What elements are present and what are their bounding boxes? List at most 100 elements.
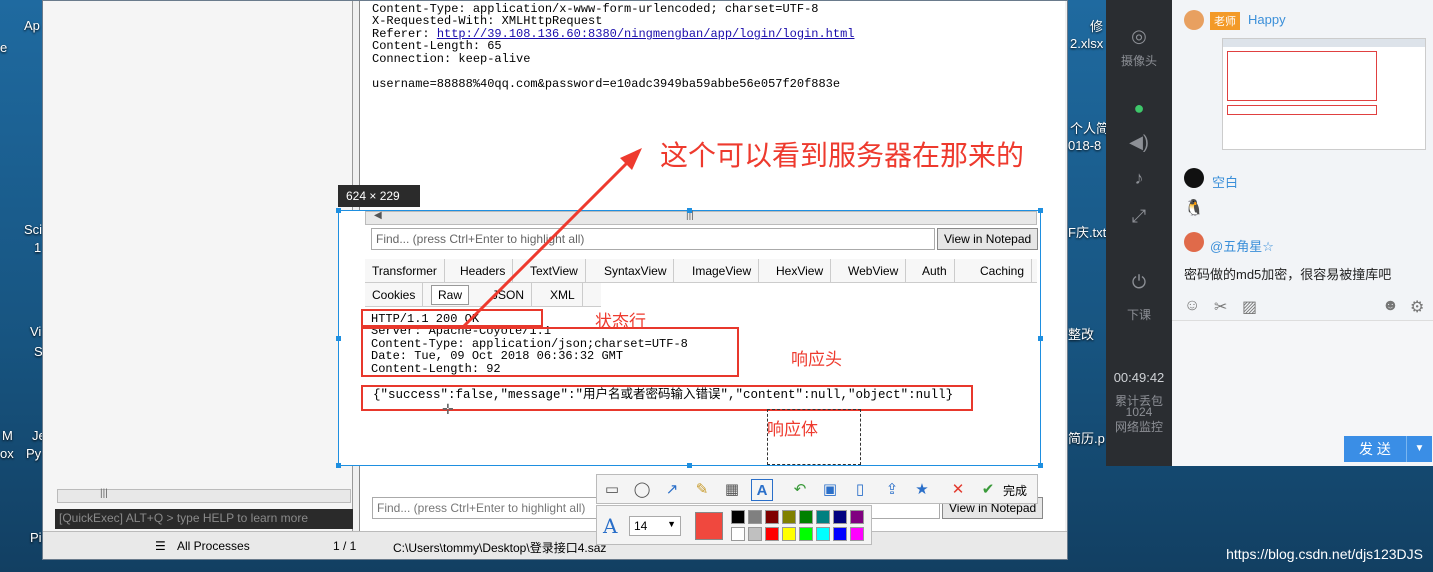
resize-handle[interactable] — [1038, 336, 1043, 341]
done-check-icon[interactable]: ✔ — [977, 479, 999, 501]
session-timer: 00:49:42 — [1113, 370, 1165, 385]
resize-handle[interactable] — [1038, 208, 1043, 213]
desktop-icon-label[interactable]: 简历.p — [1068, 428, 1105, 447]
font-size-select[interactable]: 14 ▼ — [629, 516, 681, 536]
response-view-notepad-button[interactable]: View in Notepad — [937, 228, 1039, 250]
tab-auth[interactable]: Auth — [915, 259, 955, 283]
color-swatch[interactable] — [833, 527, 847, 541]
tab-webview[interactable]: WebView — [841, 259, 907, 283]
process-filter-icon[interactable]: ☰ — [155, 539, 166, 553]
current-color[interactable] — [695, 512, 723, 540]
desktop-icon-label[interactable]: F庆.txt — [1068, 222, 1106, 241]
fullscreen-icon[interactable]: ⤢ — [1126, 206, 1152, 227]
desktop-icon-label[interactable]: Py — [26, 446, 41, 461]
desktop-icon-label[interactable]: e — [0, 40, 7, 55]
desktop-icon-label[interactable]: Sci — [24, 222, 42, 237]
network-monitor-label: 网络监控 — [1114, 420, 1163, 434]
end-class-label[interactable]: 下课 — [1106, 306, 1172, 323]
color-swatch[interactable] — [748, 527, 762, 541]
color-swatch[interactable] — [816, 510, 830, 524]
resize-handle[interactable] — [687, 208, 692, 213]
thumbnail-red-box — [1227, 51, 1377, 101]
color-swatch[interactable] — [816, 527, 830, 541]
session-list-pane[interactable]: ||| — [43, 1, 353, 531]
bookmark-icon[interactable]: ★ — [911, 479, 933, 501]
color-swatch[interactable] — [833, 510, 847, 524]
color-swatch[interactable] — [748, 510, 762, 524]
tab-hexview[interactable]: HexView — [769, 259, 832, 283]
color-swatch[interactable] — [731, 510, 745, 524]
cancel-icon[interactable]: ✕ — [947, 479, 969, 501]
avatar[interactable] — [1184, 232, 1204, 252]
send-button[interactable]: 发 送 — [1344, 436, 1406, 462]
desktop-icon-label[interactable]: M — [2, 428, 13, 443]
resize-handle[interactable] — [336, 336, 341, 341]
resize-handle[interactable] — [1038, 463, 1043, 468]
desktop-icon-label[interactable]: Vi — [30, 324, 41, 339]
arrow-tool-icon[interactable]: ↗ — [661, 479, 683, 501]
tab-cookies[interactable]: Cookies — [365, 283, 424, 307]
share-icon[interactable]: ⇪ — [881, 479, 903, 501]
desktop-icon-label[interactable]: 修 — [1090, 16, 1103, 35]
packet-loss-value: 1024 — [1125, 405, 1153, 419]
music-icon[interactable]: ♪ — [1126, 168, 1152, 189]
sender-name[interactable]: 空白 — [1212, 172, 1238, 191]
camera-icon[interactable]: ◎ — [1126, 26, 1152, 47]
annotation-arrow — [462, 148, 642, 328]
process-filter[interactable]: All Processes — [177, 539, 250, 553]
resize-handle[interactable] — [336, 208, 341, 213]
tab-caching[interactable]: Caching — [973, 259, 1033, 283]
sender-name[interactable]: @五角星☆ — [1210, 236, 1274, 255]
tab-transformer[interactable]: Transformer — [365, 259, 445, 283]
desktop-icon-label[interactable]: 个人简 — [1070, 118, 1109, 137]
gear-icon[interactable]: ⚙ — [1410, 297, 1424, 317]
desktop-icon-label[interactable]: 整改 — [1068, 324, 1094, 343]
resize-handle[interactable] — [687, 463, 692, 468]
sender-name[interactable]: Happy — [1248, 12, 1286, 27]
color-swatch[interactable] — [765, 510, 779, 524]
quickexec-input[interactable]: [QuickExec] ALT+Q > type HELP to learn m… — [55, 509, 353, 529]
rectangle-tool-icon[interactable]: ▭ — [601, 479, 623, 501]
text-tool-icon[interactable]: A — [751, 479, 773, 501]
mosaic-tool-icon[interactable]: ▦ — [721, 479, 743, 501]
ellipse-tool-icon[interactable]: ◯ — [631, 479, 653, 501]
scroll-left-icon[interactable]: ◀ — [374, 210, 382, 221]
image-icon[interactable]: ▨ — [1242, 297, 1257, 317]
chevron-down-icon: ▼ — [667, 519, 676, 529]
color-swatch[interactable] — [850, 527, 864, 541]
color-swatch[interactable] — [782, 510, 796, 524]
pen-tool-icon[interactable]: ✎ — [691, 479, 713, 501]
color-swatch[interactable] — [799, 510, 813, 524]
power-icon[interactable]: ⏻ — [1126, 272, 1152, 293]
done-button[interactable]: 完成 — [1003, 482, 1027, 499]
color-swatch[interactable] — [850, 510, 864, 524]
emoji-icon[interactable]: ☺ — [1184, 297, 1200, 315]
save-icon[interactable]: ▣ — [819, 479, 841, 501]
desktop-icon-label[interactable]: ox — [0, 446, 14, 461]
desktop-icon-label[interactable]: Pi — [30, 530, 42, 545]
color-swatch[interactable] — [765, 527, 779, 541]
session-list-scrollbar[interactable]: ||| — [57, 488, 351, 503]
send-options-button[interactable]: ▼ — [1406, 436, 1432, 462]
desktop-icon-label[interactable]: Ap — [24, 18, 40, 33]
desktop-icon-label[interactable]: 018-8 — [1068, 138, 1101, 153]
desktop-icon-label[interactable]: 1 — [34, 240, 41, 255]
undo-icon[interactable]: ↶ — [789, 479, 811, 501]
scissors-icon[interactable]: ✂ — [1214, 297, 1227, 317]
microphone-icon[interactable]: ● — [1126, 98, 1152, 119]
color-swatch[interactable] — [782, 527, 796, 541]
people-icon[interactable]: ☻ — [1382, 297, 1399, 315]
desktop-icon-label[interactable]: 2.xlsx — [1070, 36, 1103, 51]
speaker-icon[interactable]: ◀) — [1126, 132, 1152, 153]
scroll-grip-icon: ||| — [100, 488, 108, 499]
resize-handle[interactable] — [336, 463, 341, 468]
shared-screenshot-thumbnail[interactable] — [1222, 38, 1426, 150]
pin-icon[interactable]: ▯ — [849, 479, 871, 501]
chat-message: 密码做的md5加密，很容易被撞库吧 — [1184, 267, 1392, 282]
avatar[interactable] — [1184, 168, 1204, 188]
avatar[interactable] — [1184, 10, 1204, 30]
color-swatch[interactable] — [799, 527, 813, 541]
color-palette — [731, 510, 871, 544]
color-swatch[interactable] — [731, 527, 745, 541]
tab-imageview[interactable]: ImageView — [685, 259, 760, 283]
